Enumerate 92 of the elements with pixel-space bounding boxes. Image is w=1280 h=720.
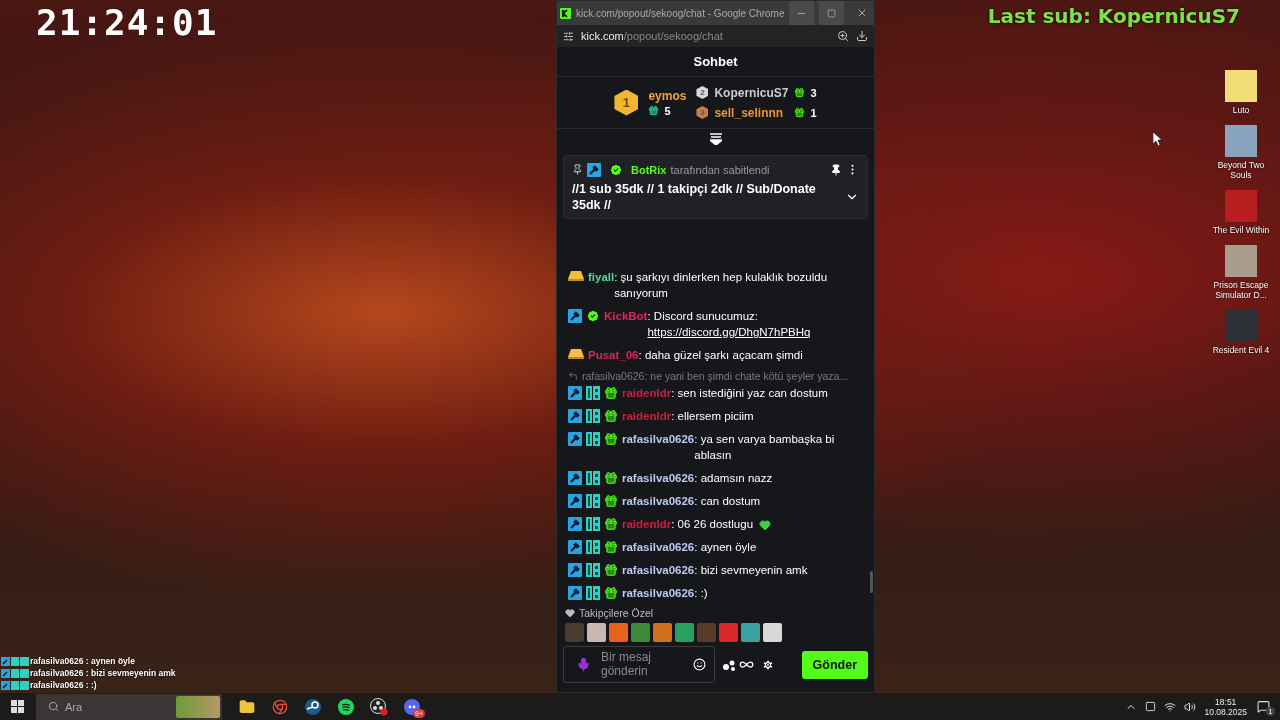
unpin-icon[interactable] bbox=[830, 163, 842, 176]
overlay-chat-line: rafasilva0626 : bizi sevmeyenin amk bbox=[30, 668, 176, 678]
moderator-badge-icon bbox=[587, 163, 601, 177]
clock-date: 10.08.2025 bbox=[1204, 706, 1247, 717]
steam-icon bbox=[304, 698, 321, 715]
moderator-badge-icon bbox=[1, 668, 10, 678]
collapse-icon[interactable] bbox=[709, 133, 722, 145]
emoji-icon[interactable] bbox=[693, 658, 706, 671]
og-badge-icon bbox=[11, 680, 29, 690]
chat-title: Sohbet bbox=[693, 54, 738, 69]
overlay-chat-line: rafasilva0626 : :) bbox=[30, 680, 97, 690]
desktop-shortcut[interactable]: Resident Evil 4 bbox=[1209, 310, 1273, 355]
clock-time: 18:51 bbox=[1215, 696, 1237, 707]
tray-app-icon[interactable] bbox=[1145, 701, 1157, 712]
browser-icon bbox=[271, 698, 288, 715]
message-text: : sen istediğini yaz can dostum bbox=[671, 387, 828, 399]
gifter-name[interactable]: KopernicuS7 bbox=[714, 85, 789, 100]
desktop-shortcut[interactable]: Luto bbox=[1209, 70, 1273, 115]
verified-badge-icon bbox=[609, 163, 623, 177]
message-text: : daha güzel şarkı açacam şimdi bbox=[638, 349, 803, 361]
pinner-name[interactable]: BotRix bbox=[631, 163, 667, 176]
rank-badge: 2 bbox=[696, 86, 709, 99]
shortcut-label: Luto bbox=[1232, 105, 1250, 115]
window-title: kick.com/popout/sekoog/chat - Google Chrome bbox=[576, 7, 785, 19]
message-text: : aynen öyle bbox=[694, 541, 757, 553]
kick-logo-icon bbox=[560, 7, 571, 19]
overlay-chat-line: rafasilva0626 : aynen öyle bbox=[30, 656, 135, 666]
discord-link[interactable]: https://discord.gg/DhgN7hPBHq bbox=[647, 324, 811, 340]
shortcut-label: The Evil Within bbox=[1212, 225, 1270, 235]
message-text: : şu şarkıyı dinlerken hep kulaklık bozuldu sanıyorum bbox=[614, 271, 828, 299]
gift-icon bbox=[648, 105, 660, 116]
shortcut-label: Resident Evil 4 bbox=[1212, 345, 1270, 355]
heart-icon bbox=[565, 608, 575, 618]
settings-icon bbox=[762, 658, 774, 671]
microphone-icon[interactable] bbox=[576, 657, 591, 672]
send-button[interactable]: Gönder bbox=[801, 650, 868, 679]
pinned-message-text: //1 sub 35dk // 1 takipçi 2dk // Sub/Donate 35dk // bbox=[572, 181, 817, 213]
obs-icon bbox=[369, 697, 388, 716]
site-settings-icon[interactable] bbox=[563, 30, 574, 42]
chat-username[interactable]: Pusat_06 bbox=[588, 347, 639, 363]
og-badge-icon bbox=[11, 656, 29, 666]
maximize-button[interactable] bbox=[819, 1, 845, 25]
message-text: : can dostum bbox=[694, 495, 761, 507]
message-input-field[interactable]: Bir mesaj gönderin bbox=[601, 649, 683, 680]
notification-icon bbox=[1257, 700, 1270, 713]
message-text: : Discord sunucumuz: bbox=[647, 310, 759, 322]
rank-badge: 3 bbox=[696, 106, 709, 119]
og-badge-icon bbox=[11, 668, 29, 678]
search-icon bbox=[48, 701, 59, 712]
rank-badge: 1 bbox=[614, 89, 639, 116]
reply-icon bbox=[568, 371, 578, 381]
desktop-shortcut[interactable]: Prison Escape Simulator D... bbox=[1209, 245, 1273, 300]
gift-count: 5 bbox=[664, 104, 671, 117]
message-text: : adamsın nazz bbox=[694, 472, 773, 484]
gift-icon bbox=[794, 107, 806, 118]
windows-logo-icon bbox=[10, 700, 24, 713]
message-text: : ellersem piciim bbox=[671, 410, 754, 422]
message-box[interactable]: Bir mesaj gönderin bbox=[563, 646, 715, 683]
message-text: : 06 26 dostlugu bbox=[671, 518, 754, 530]
message-text: : :) bbox=[694, 587, 708, 599]
desktop-shortcut[interactable]: The Evil Within bbox=[1209, 190, 1273, 235]
taskbar-clock[interactable]: 18:51 10.08.2025 bbox=[1204, 696, 1247, 717]
gift-icon bbox=[794, 87, 806, 98]
gifter-name[interactable]: sell_selinnn bbox=[714, 105, 789, 120]
network-icon[interactable] bbox=[1164, 700, 1177, 713]
gift-count: 1 bbox=[810, 106, 817, 119]
emote-section-title: Takipçilere Özel bbox=[579, 607, 654, 619]
reply-preview-text: rafasilva0626: ne yani ben şimdi chate kötü şeyler yaza... bbox=[582, 370, 849, 382]
shortcut-label: Prison Escape Simulator D... bbox=[1212, 280, 1270, 300]
scrollbar-thumb[interactable] bbox=[870, 571, 873, 593]
last-sub-label: Last sub: KopernicuS7 bbox=[987, 4, 1240, 28]
folder-icon bbox=[238, 698, 255, 715]
message-text: : bizi sevmeyenin amk bbox=[694, 564, 808, 576]
settings-button[interactable] bbox=[762, 658, 774, 671]
weather-widget-image[interactable] bbox=[176, 695, 220, 718]
zoom-icon[interactable] bbox=[837, 30, 849, 42]
moderator-badge-icon bbox=[1, 680, 10, 690]
gifter-name[interactable]: eymos bbox=[648, 88, 687, 103]
desktop-shortcut[interactable]: Beyond Two Souls bbox=[1209, 125, 1273, 180]
stream-clock: 21:24:01 bbox=[36, 2, 218, 43]
message-text: : ya sen varya bambaşka bi ablasın bbox=[694, 433, 835, 461]
volume-icon[interactable] bbox=[1184, 700, 1197, 713]
maximize-icon bbox=[827, 8, 837, 18]
spotify-icon bbox=[337, 698, 354, 715]
dots-icon bbox=[723, 658, 737, 671]
gift-count: 3 bbox=[810, 86, 817, 99]
shortcut-label: Beyond Two Souls bbox=[1216, 160, 1266, 180]
pin-icon bbox=[572, 164, 583, 175]
pinned-by-label: tarafından sabitlendi bbox=[670, 163, 771, 176]
mouse-cursor-icon bbox=[1153, 132, 1162, 146]
download-icon[interactable] bbox=[856, 30, 868, 42]
moderator-badge-icon bbox=[1, 656, 10, 666]
